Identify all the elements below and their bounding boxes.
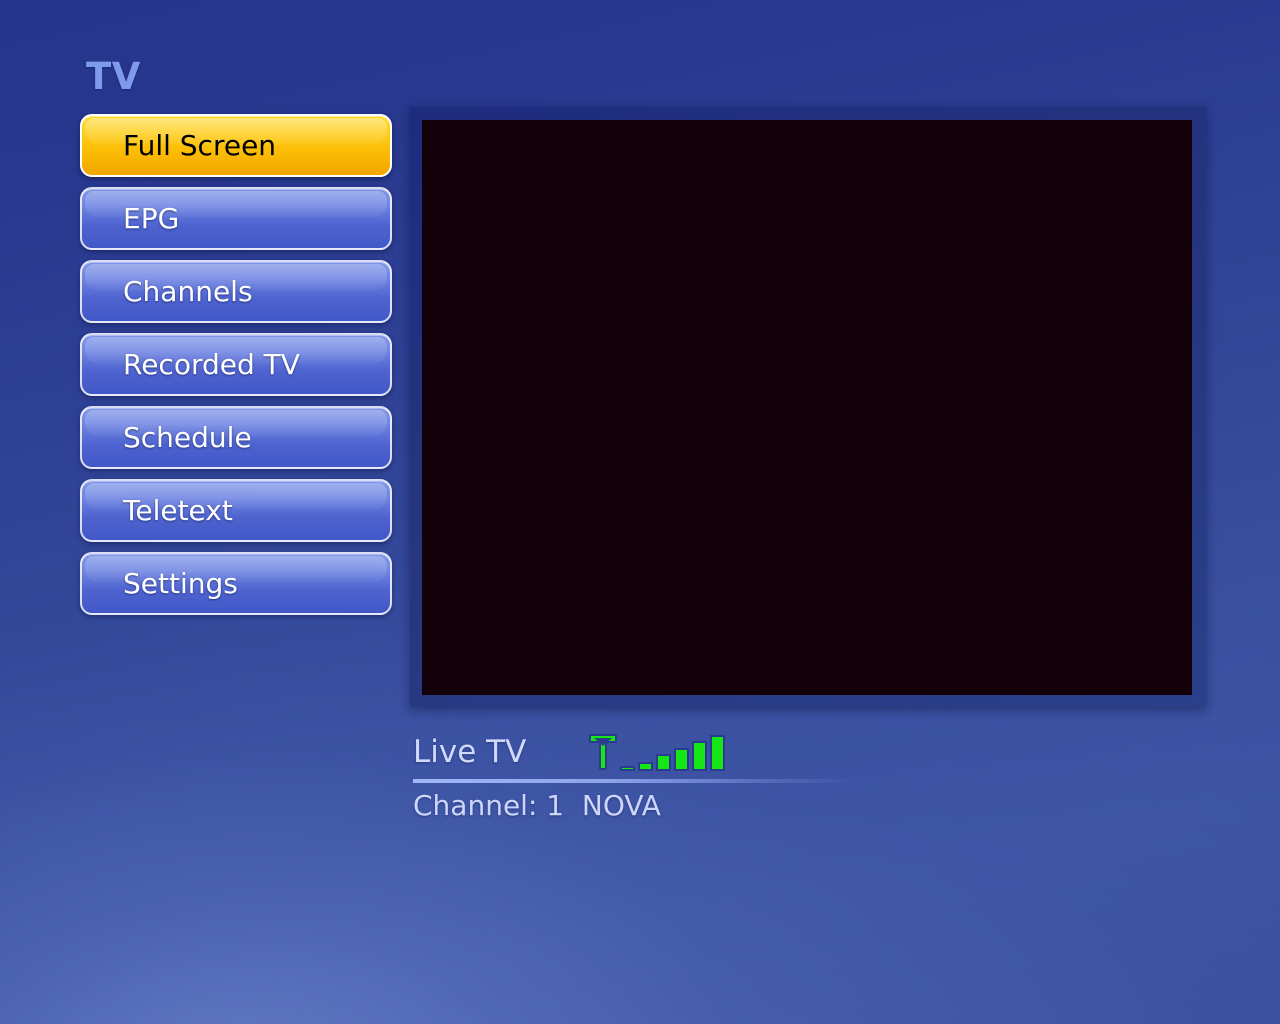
- now-playing-label: Live TV: [413, 734, 527, 770]
- signal-bar-2: [638, 762, 654, 771]
- antenna-icon: [589, 734, 618, 770]
- menu-item-label: Full Screen: [123, 129, 277, 162]
- signal-bars: [620, 735, 726, 771]
- menu-item-label: Schedule: [123, 421, 252, 454]
- menu-item-schedule[interactable]: Schedule: [80, 406, 392, 469]
- menu-item-label: EPG: [123, 202, 180, 235]
- page-title: TV: [86, 55, 141, 98]
- menu-item-full-screen[interactable]: Full Screen: [80, 114, 392, 177]
- channel-line: Channel: 1 NOVA: [413, 789, 661, 822]
- menu-item-label: Channels: [123, 275, 253, 308]
- menu-item-teletext[interactable]: Teletext: [80, 479, 392, 542]
- signal-bar-5: [692, 741, 708, 771]
- signal-strength-indicator: [587, 733, 726, 771]
- tv-menu-screen: TV Full Screen EPG Channels Recorded TV Sche…: [0, 0, 1280, 1024]
- video-preview-surface[interactable]: [422, 120, 1192, 695]
- menu-item-recorded-tv[interactable]: Recorded TV: [80, 333, 392, 396]
- menu-item-label: Recorded TV: [123, 348, 300, 381]
- signal-bar-4: [674, 748, 690, 771]
- signal-bar-3: [656, 754, 672, 771]
- tv-menu-list: Full Screen EPG Channels Recorded TV Schedul…: [80, 114, 392, 615]
- video-preview-frame[interactable]: [410, 107, 1206, 707]
- menu-item-label: Settings: [123, 567, 238, 600]
- signal-bar-1: [620, 766, 636, 771]
- now-playing-info: Live TV Channel: 1 NOVA: [413, 728, 973, 822]
- menu-item-epg[interactable]: EPG: [80, 187, 392, 250]
- menu-item-channels[interactable]: Channels: [80, 260, 392, 323]
- signal-bar-6: [710, 735, 726, 771]
- menu-item-label: Teletext: [123, 494, 233, 527]
- tv-menu-panel: TV Full Screen EPG Channels Recorded TV Sche…: [80, 58, 392, 615]
- info-divider: [413, 779, 853, 783]
- menu-item-settings[interactable]: Settings: [80, 552, 392, 615]
- now-playing-row: Live TV: [413, 728, 973, 776]
